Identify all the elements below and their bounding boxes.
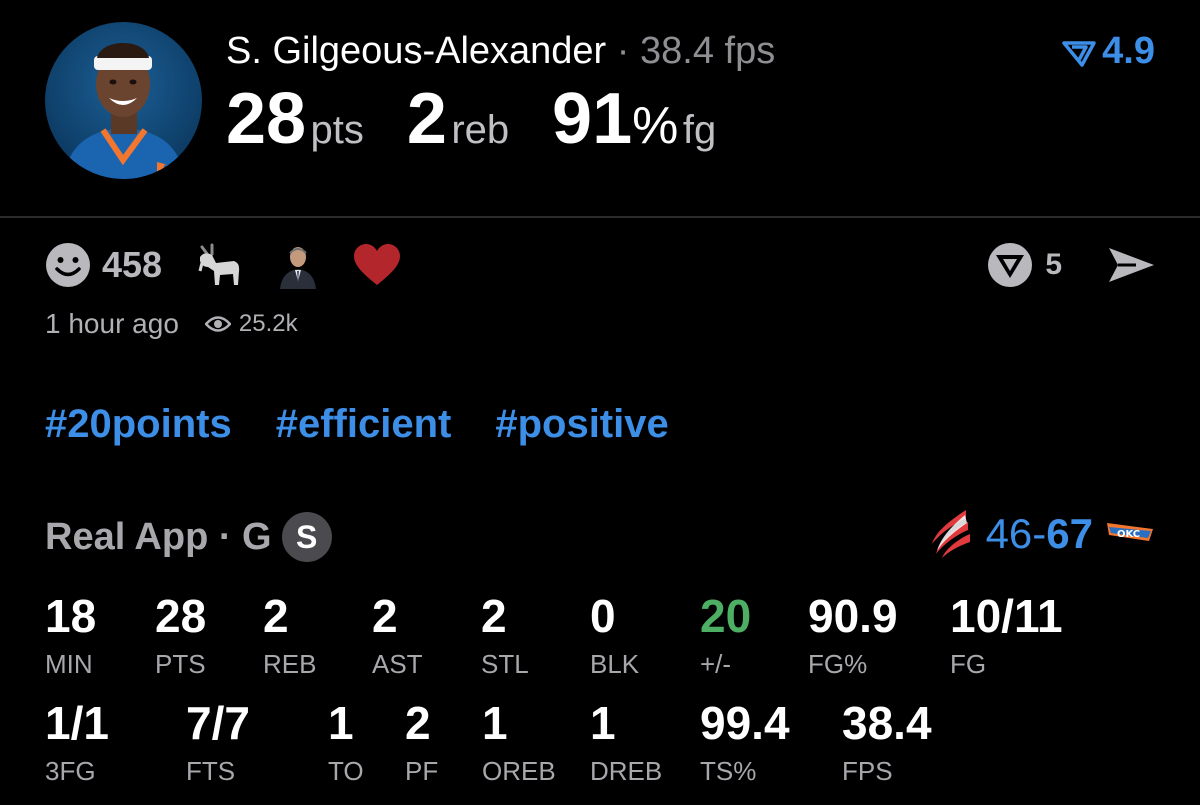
timestamp: 1 hour ago	[45, 308, 179, 339]
headline-fg-unit: fg	[682, 108, 717, 152]
stat-label: PF	[405, 756, 439, 786]
stat-value: 1	[590, 697, 616, 749]
stat-min: 18 MIN	[45, 593, 96, 677]
stat-value: 2	[405, 697, 431, 749]
stat-label: BLK	[590, 649, 640, 679]
headline-stats: 28 pts 2 reb 91% fg	[226, 78, 716, 160]
smiley-icon[interactable]	[44, 241, 92, 289]
stat-ts-pct: 99.4 TS%	[700, 700, 790, 784]
stat-value: 1	[482, 697, 508, 749]
heart-icon[interactable]	[352, 243, 402, 287]
stat-3fg: 1/1 3FG	[45, 700, 109, 784]
game-score[interactable]: 46-67 OKC	[926, 508, 1155, 560]
stat-plus-minus: 20 +/-	[700, 593, 751, 677]
stat-label: PTS	[155, 649, 206, 679]
stat-value: 2	[372, 590, 398, 642]
stat-value: 10/11	[950, 590, 1063, 642]
stat-value: 1	[328, 697, 354, 749]
title-separator: ·	[616, 30, 630, 72]
send-icon[interactable]	[1106, 245, 1156, 285]
player-title[interactable]: S. Gilgeous-Alexander · 38.4 fps	[226, 30, 775, 73]
headline-fg-percent-sign: %	[632, 97, 679, 155]
reaction-count[interactable]: 458	[102, 244, 162, 286]
stat-value: 20	[700, 590, 752, 642]
player-name: S. Gilgeous-Alexander	[226, 30, 607, 72]
commissioner-icon[interactable]	[276, 241, 320, 289]
stat-value: 2	[263, 590, 289, 642]
stat-label: MIN	[45, 649, 93, 679]
away-score: 46-	[985, 510, 1047, 557]
player-avatar[interactable]: OKC	[45, 22, 202, 179]
stat-label: TS%	[700, 756, 757, 786]
eye-icon	[204, 314, 231, 334]
stat-label: FPS	[842, 756, 893, 786]
status-badge: S	[281, 512, 332, 562]
blazers-logo	[926, 508, 972, 560]
vote-count[interactable]: 5	[1045, 248, 1062, 282]
stat-reb: 2 REB	[263, 593, 316, 677]
stat-ast: 2 AST	[372, 593, 423, 677]
player-photo: OKC	[63, 43, 195, 179]
stat-label: +/-	[700, 649, 732, 679]
hashtag-list: #20points #efficient #positive	[45, 402, 713, 447]
headline-reb-value: 2	[406, 79, 447, 159]
reaction-bar: 458	[44, 240, 402, 290]
stat-value: 99.4	[700, 697, 790, 749]
headline-pts-value: 28	[226, 79, 307, 159]
view-count: 25.2k	[238, 310, 298, 337]
stat-fg-pct: 90.9 FG%	[808, 593, 898, 677]
stat-value: 0	[590, 590, 616, 642]
svg-text:OKC: OKC	[1117, 529, 1140, 540]
svg-text:OKC: OKC	[163, 162, 188, 175]
stat-fts: 7/7 FTS	[186, 700, 250, 784]
headline-reb-unit: reb	[451, 108, 510, 152]
home-score: 67	[1046, 510, 1093, 557]
stat-pf: 2 PF	[405, 700, 438, 784]
stat-label: FG	[950, 649, 987, 679]
stat-value: 28	[155, 590, 207, 642]
stat-label: 3FG	[45, 756, 96, 786]
stat-fg: 10/11 FG	[950, 593, 1063, 677]
thunder-logo: OKC	[1105, 519, 1155, 549]
stat-value: 1/1	[45, 697, 109, 749]
post-actions: 5	[987, 240, 1156, 290]
stat-label: DREB	[590, 756, 663, 786]
stat-to: 1 TO	[328, 700, 364, 784]
vote-icon[interactable]	[987, 242, 1033, 288]
hashtag[interactable]: #positive	[495, 402, 668, 447]
game-source: Real App · G S	[45, 512, 332, 562]
stat-label: OREB	[482, 756, 556, 786]
stat-stl: 2 STL	[481, 593, 529, 677]
stat-oreb: 1 OREB	[482, 700, 556, 784]
stat-dreb: 1 DREB	[590, 700, 662, 784]
stat-pts: 28 PTS	[155, 593, 206, 677]
hashtag[interactable]: #efficient	[276, 402, 452, 447]
stat-value: 2	[481, 590, 507, 642]
rating-icon	[1062, 41, 1096, 67]
stat-value: 18	[45, 590, 97, 642]
avatar-team-logo: OKC	[157, 162, 195, 179]
hashtag[interactable]: #20points	[45, 402, 232, 447]
stat-value: 38.4	[842, 697, 932, 749]
rating-badge[interactable]: 4.9	[1062, 30, 1155, 73]
stat-value: 90.9	[808, 590, 898, 642]
source-label: Real App · G	[45, 515, 272, 558]
stat-label: AST	[372, 649, 423, 679]
post-meta: 1 hour ago 25.2k	[45, 308, 298, 340]
stat-label: FTS	[186, 756, 236, 786]
goat-icon[interactable]	[194, 241, 244, 289]
headline-pts-unit: pts	[310, 108, 364, 152]
stat-blk: 0 BLK	[590, 593, 639, 677]
stat-label: FG%	[808, 649, 868, 679]
header-divider	[0, 216, 1200, 218]
stat-label: REB	[263, 649, 317, 679]
stat-label: TO	[328, 756, 364, 786]
stat-fps: 38.4 FPS	[842, 700, 932, 784]
fantasy-points-per-second: 38.4 fps	[640, 30, 776, 72]
rating-value: 4.9	[1102, 30, 1155, 72]
headline-fg-value: 91	[552, 79, 633, 159]
stat-label: STL	[481, 649, 529, 679]
stat-value: 7/7	[186, 697, 250, 749]
